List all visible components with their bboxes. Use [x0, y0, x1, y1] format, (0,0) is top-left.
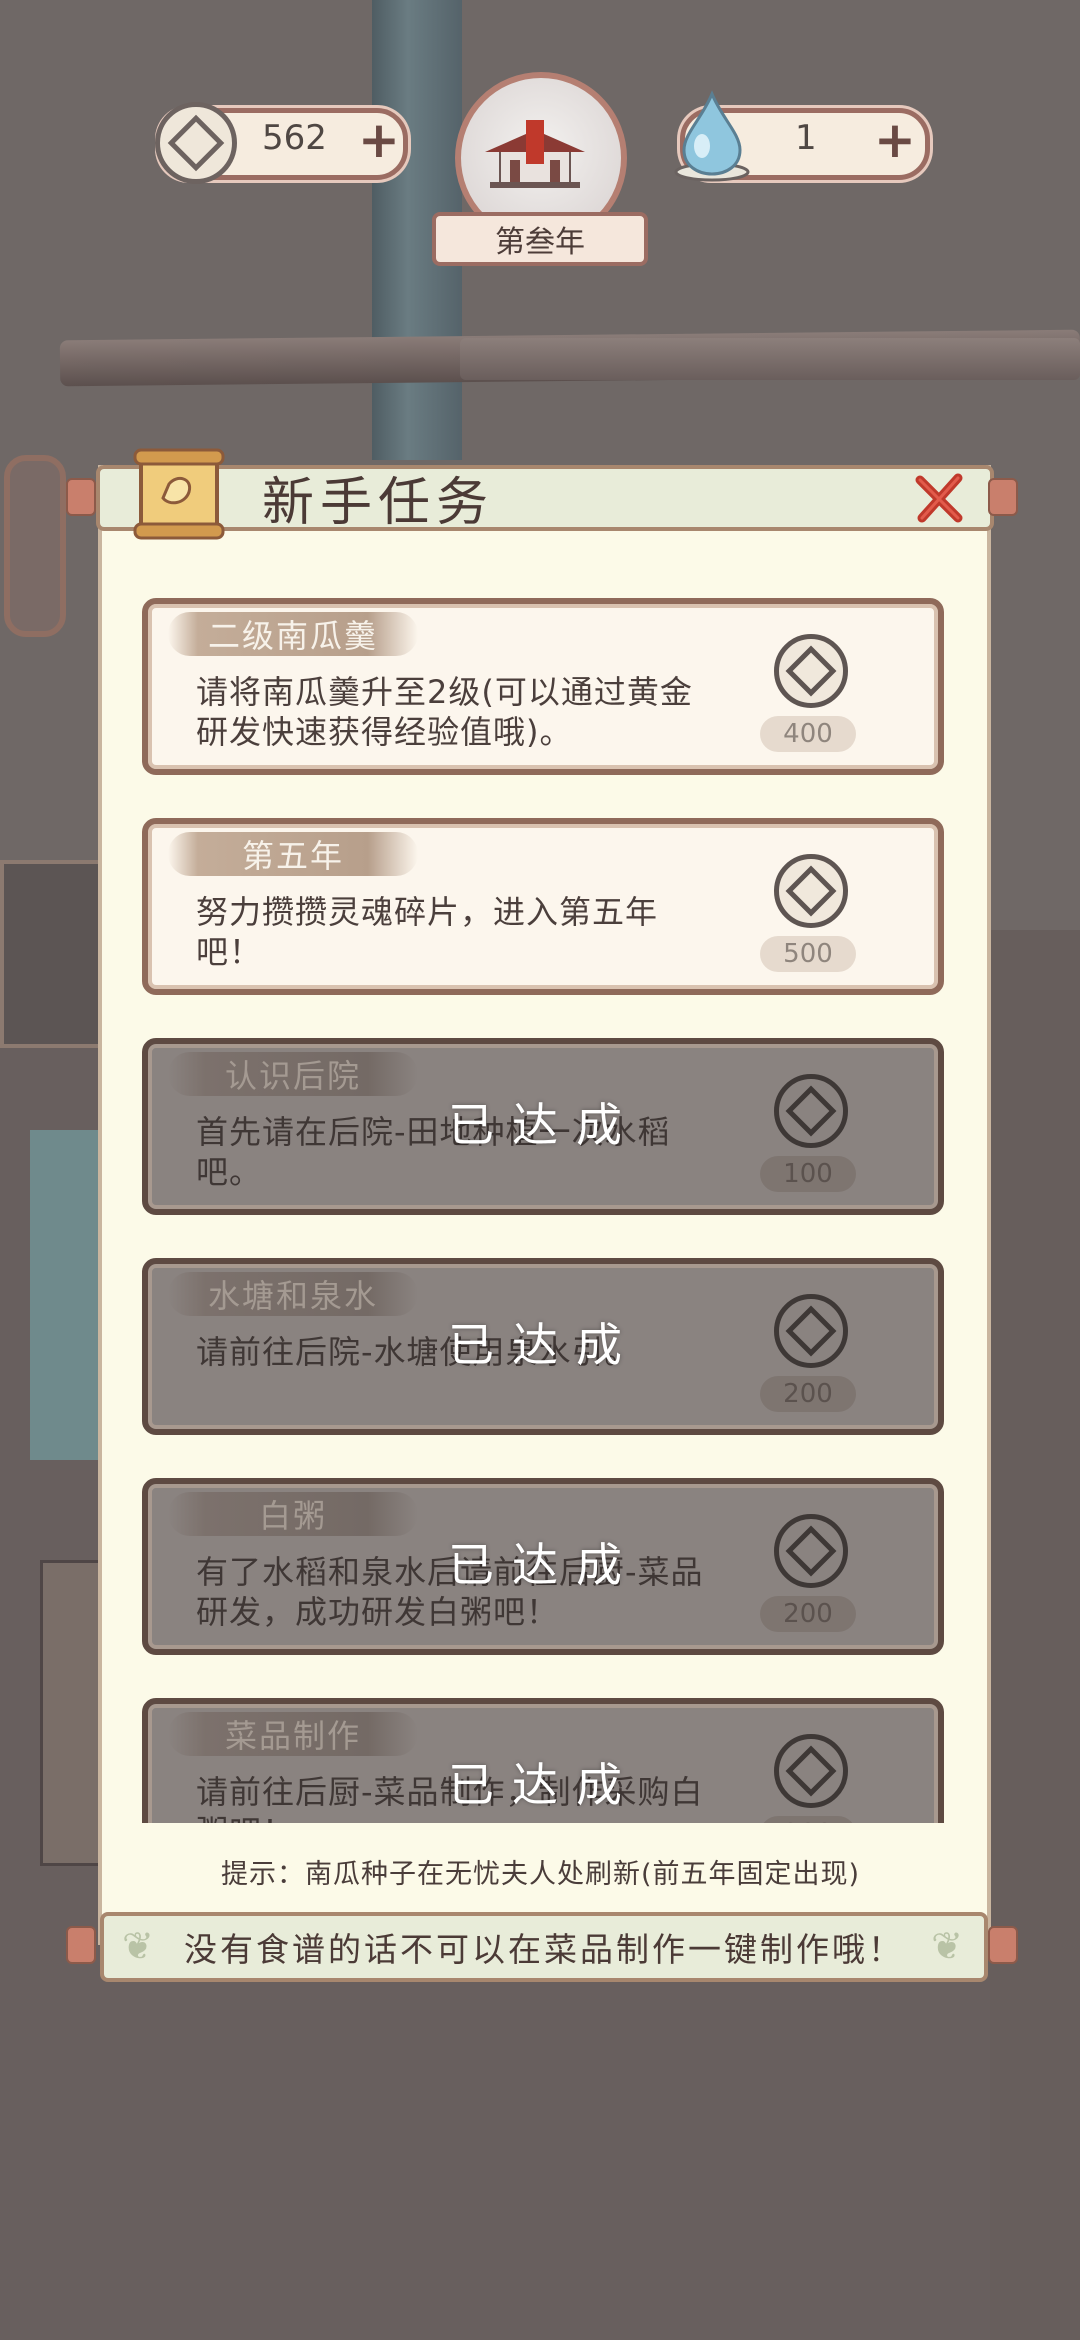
ginkgo-leaf-icon: ❦	[931, 1924, 966, 1968]
hint-text: 提示：南瓜种子在无忧夫人处刷新(前五年固定出现)	[220, 1859, 861, 1890]
completed-stamp: 已达成	[448, 1758, 640, 1812]
ginkgo-leaf-icon: ❦	[122, 1924, 157, 1968]
coin-icon	[774, 854, 848, 928]
task-card-completed[interactable]: 菜品制作 请前往后厨-菜品制作，制作采购白粥吧！ 200 已达成	[142, 1698, 944, 1823]
spirit-drop-icon	[672, 88, 752, 184]
task-list[interactable]: 二级南瓜羹 请将南瓜羹升至2级(可以通过黄金研发快速获得经验值哦)。 400 第…	[138, 580, 946, 1823]
coin-icon	[774, 634, 848, 708]
task-description: 努力攒攒灵魂碎片，进入第五年吧！	[196, 893, 659, 971]
house-icon	[480, 120, 590, 190]
completed-stamp: 已达成	[448, 1098, 640, 1152]
task-description: 请将南瓜羹升至2级(可以通过黄金研发快速获得经验值哦)。	[196, 673, 693, 751]
reward-amount: 400	[760, 716, 856, 752]
shelf	[40, 1560, 106, 1866]
panel-title: 新手任务	[262, 473, 495, 533]
roll-cap-right	[988, 478, 1018, 516]
footer-tip-roll: ❦ 没有食谱的话不可以在菜品制作一键制作哦！ ❦	[100, 1912, 988, 1982]
task-name: 白粥	[168, 1492, 418, 1536]
reward-amount: 100	[760, 1156, 856, 1192]
task-card-completed[interactable]: 认识后院 首先请在后院-田地种植一次水稻吧。 100 已达成	[142, 1038, 944, 1215]
panel-header-roll	[96, 465, 994, 531]
close-icon	[915, 473, 963, 523]
coin-icon	[155, 102, 237, 184]
year-label: 第叁年	[432, 212, 648, 266]
coin-icon	[774, 1074, 848, 1148]
coin-value: 562	[262, 118, 327, 158]
roll-cap-left	[66, 1926, 96, 1964]
task-name: 二级南瓜羹	[168, 612, 418, 656]
task-card[interactable]: 二级南瓜羹 请将南瓜羹升至2级(可以通过黄金研发快速获得经验值哦)。 400	[142, 598, 944, 775]
cabinet	[0, 860, 103, 1048]
wooden-beam-right	[460, 338, 1080, 380]
task-card-completed[interactable]: 水塘和泉水 请前往后院-水塘使用泉水引。 200 已达成	[142, 1258, 944, 1435]
wall-frame	[4, 455, 66, 637]
task-name: 认识后院	[168, 1052, 418, 1096]
stone-decoration	[30, 1130, 100, 1460]
spirit-value: 1	[795, 118, 817, 158]
task-name: 水塘和泉水	[168, 1272, 418, 1316]
roll-cap-left	[66, 478, 96, 516]
close-button[interactable]	[912, 470, 968, 526]
footer-tip: 没有食谱的话不可以在菜品制作一键制作哦！	[184, 1930, 904, 1969]
add-coins-button[interactable]: +	[358, 115, 400, 165]
task-name: 第五年	[168, 832, 418, 876]
task-card-completed[interactable]: 白粥 有了水稻和泉水后请前往后厨-菜品研发，成功研发白粥吧！ 200 已达成	[142, 1478, 944, 1655]
reward-amount: 200	[760, 1816, 856, 1823]
reward-amount: 200	[760, 1376, 856, 1412]
add-spirit-button[interactable]: +	[874, 115, 916, 165]
completed-stamp: 已达成	[448, 1538, 640, 1592]
coin-icon	[774, 1734, 848, 1808]
roll-cap-right	[988, 1926, 1018, 1964]
coin-icon	[774, 1294, 848, 1368]
scroll-icon	[133, 448, 225, 540]
reward-amount: 200	[760, 1596, 856, 1632]
task-card[interactable]: 第五年 努力攒攒灵魂碎片，进入第五年吧！ 500	[142, 818, 944, 995]
coin-icon	[774, 1514, 848, 1588]
completed-stamp: 已达成	[448, 1318, 640, 1372]
task-name: 菜品制作	[168, 1712, 418, 1756]
reward-amount: 500	[760, 936, 856, 972]
background-shade	[990, 930, 1080, 2340]
